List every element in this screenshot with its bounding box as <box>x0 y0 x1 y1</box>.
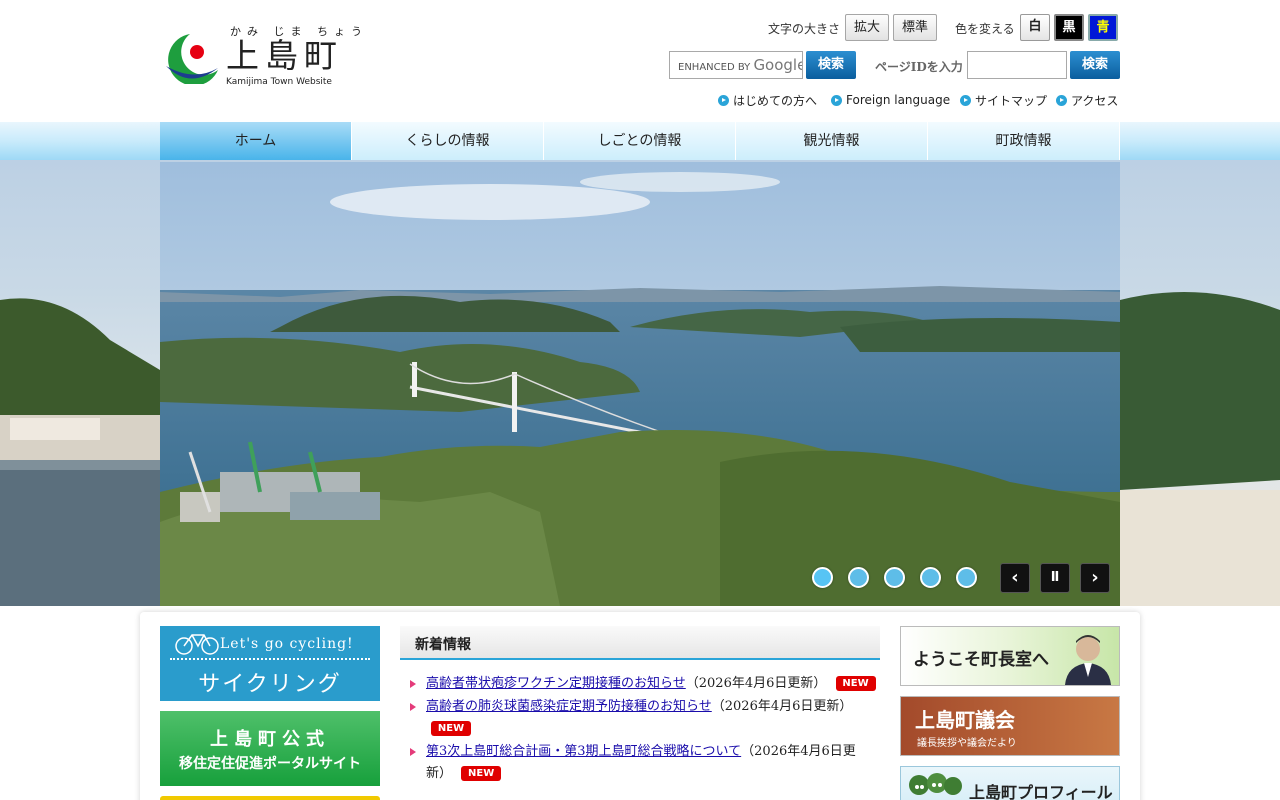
global-nav: ホーム くらしの情報 しごとの情報 観光情報 町政情報 <box>160 122 1120 160</box>
link-first-time-label: はじめての方へ <box>733 93 818 108</box>
nav-tourism[interactable]: 観光情報 <box>736 122 928 160</box>
bicycle-icon <box>175 634 219 655</box>
slide-dot-5[interactable] <box>956 567 977 588</box>
news-link[interactable]: 第3次上島町総合計画・第3期上島町総合戦略について <box>426 744 741 759</box>
search-placeholder-brand: ENHANCED BY <box>678 62 751 73</box>
arrow-circle-icon <box>1056 94 1067 106</box>
iju-banner-line2: 移住定住促進ポータルサイト <box>179 756 361 772</box>
council-banner-subtitle: 議長挨拶や議会だより <box>917 738 1017 749</box>
link-sitemap-label: サイトマップ <box>975 93 1048 108</box>
dotted-divider <box>170 658 370 660</box>
slide-dot-2[interactable] <box>848 567 869 588</box>
page-id-input[interactable] <box>967 51 1067 79</box>
nav-home[interactable]: ホーム <box>160 122 352 160</box>
news-heading-bar: 新着情報 <box>400 626 880 660</box>
mayor-banner-label: ようこそ町長室へ <box>913 650 1049 670</box>
news-link[interactable]: 高齢者の肺炎球菌感染症定期予防接種のお知らせ <box>426 699 712 714</box>
logo-title: 上島町 <box>226 36 343 75</box>
color-black-button[interactable]: 黒 <box>1054 14 1084 41</box>
news-link[interactable]: 高齢者帯状疱疹ワクチン定期接種のお知らせ <box>426 676 686 691</box>
yellow-banner[interactable] <box>160 796 380 800</box>
chevron-left-icon: ‹ <box>1011 567 1019 588</box>
arrow-circle-icon <box>960 94 971 106</box>
font-size-label: 文字の大きさ <box>768 22 841 36</box>
slide-next-button[interactable]: › <box>1080 563 1110 593</box>
hero-slideshow[interactable] <box>160 162 1120 606</box>
hero-slide-image <box>160 162 1120 606</box>
mayor-office-banner[interactable]: ようこそ町長室へ <box>900 626 1120 686</box>
slide-dot-1[interactable] <box>812 567 833 588</box>
slide-dot-4[interactable] <box>920 567 941 588</box>
link-first-time[interactable]: はじめての方へ <box>718 91 817 109</box>
iju-portal-banner[interactable]: 上島町公式 移住定住促進ポータルサイト <box>160 711 380 786</box>
new-badge: NEW <box>431 721 471 736</box>
profile-banner-label: 上島町プロフィール <box>969 783 1113 800</box>
site-header: かみ じま ちょう 上島町 Kamijima Town Website 文字の大… <box>0 0 1280 122</box>
search-placeholder-google: Google <box>753 56 803 74</box>
color-change-label: 色を変える <box>955 22 1015 36</box>
news-list: 高齢者帯状疱疹ワクチン定期接種のお知らせ（2026年4月6日更新） NEW 高齢… <box>408 673 880 786</box>
nav-town-government[interactable]: 町政情報 <box>928 122 1120 160</box>
mascot-characters-icon <box>909 773 962 795</box>
pause-icon: Ⅱ <box>1050 570 1060 585</box>
new-badge: NEW <box>835 676 876 691</box>
town-profile-banner[interactable]: 上島町プロフィール <box>900 766 1120 800</box>
mayor-portrait-icon <box>1065 635 1111 685</box>
new-badge: NEW <box>461 766 502 781</box>
site-search-button[interactable]: 検索 <box>806 51 856 79</box>
cycling-banner[interactable]: Let's go cycling! サイクリング <box>160 626 380 701</box>
link-sitemap[interactable]: サイトマップ <box>960 91 1047 109</box>
site-logo[interactable]: かみ じま ちょう 上島町 Kamijima Town Website <box>160 22 362 92</box>
town-council-banner[interactable]: 上島町議会 議長挨拶や議会だより <box>900 696 1120 756</box>
news-item: 高齢者帯状疱疹ワクチン定期接種のお知らせ（2026年4月6日更新） NEW <box>408 673 880 695</box>
site-search-input[interactable]: ENHANCED BY Google <box>669 51 803 79</box>
slide-dot-3[interactable] <box>884 567 905 588</box>
news-heading: 新着情報 <box>415 637 471 653</box>
news-item: 第3次上島町総合計画・第3期上島町総合戦略について（2026年4月6日更新） N… <box>408 741 880 785</box>
news-date: （2026年4月6日更新） <box>711 699 853 714</box>
page-id-label: ページIDを入力 <box>875 60 963 74</box>
chevron-right-icon: › <box>1091 567 1099 588</box>
font-enlarge-button[interactable]: 拡大 <box>845 14 889 41</box>
slide-prev-button[interactable]: ‹ <box>1000 563 1030 593</box>
nav-business[interactable]: しごとの情報 <box>544 122 736 160</box>
color-white-button[interactable]: 白 <box>1020 14 1050 41</box>
iju-banner-line1: 上島町公式 <box>210 729 330 750</box>
link-access[interactable]: アクセス <box>1056 91 1118 109</box>
cycling-banner-japanese: サイクリング <box>198 672 342 697</box>
link-access-label: アクセス <box>1071 93 1119 108</box>
color-blue-button[interactable]: 青 <box>1088 14 1118 41</box>
slide-pause-button[interactable]: Ⅱ <box>1040 563 1070 593</box>
arrow-circle-icon <box>718 94 729 106</box>
link-foreign-language[interactable]: Foreign language <box>831 91 950 109</box>
news-date: （2026年4月6日更新） <box>685 676 827 691</box>
news-item: 高齢者の肺炎球菌感染症定期予防接種のお知らせ（2026年4月6日更新） NEW <box>408 696 880 740</box>
cycling-banner-english: Let's go cycling! <box>220 636 354 652</box>
page-id-search-button[interactable]: 検索 <box>1070 51 1120 79</box>
town-emblem-icon <box>166 34 218 84</box>
link-foreign-language-label: Foreign language <box>846 93 951 107</box>
arrow-circle-icon <box>831 94 842 106</box>
council-banner-title: 上島町議会 <box>915 708 1015 732</box>
logo-subtitle: Kamijima Town Website <box>226 77 332 87</box>
nav-living[interactable]: くらしの情報 <box>352 122 544 160</box>
font-standard-button[interactable]: 標準 <box>893 14 937 41</box>
